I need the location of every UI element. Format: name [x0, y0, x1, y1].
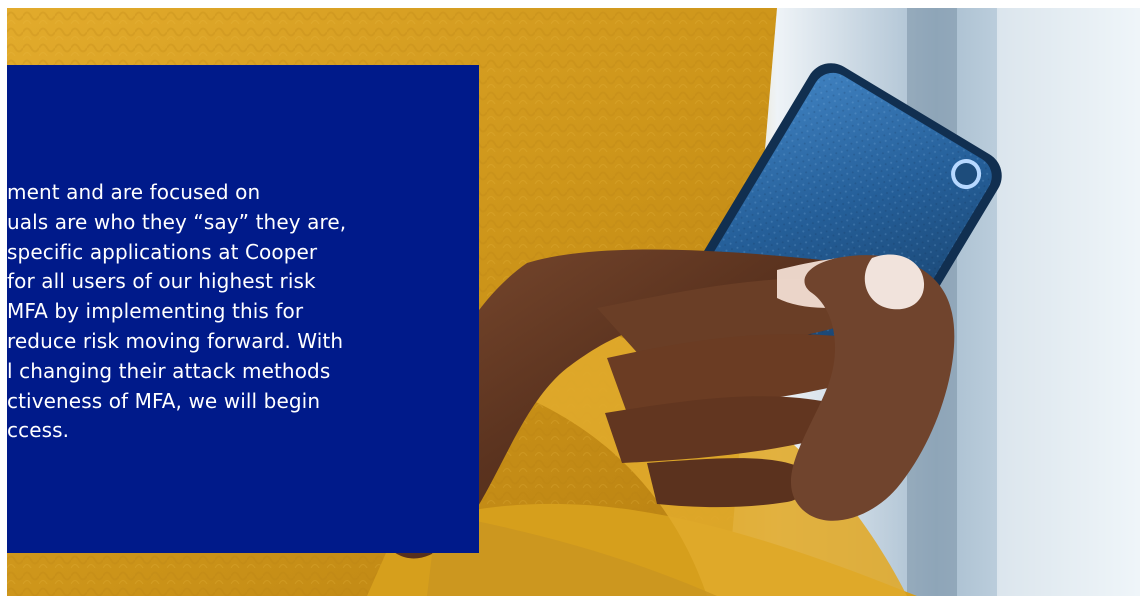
panel-line-1: ment and are focused on: [7, 180, 261, 204]
panel-line-5: MFA by implementing this for: [7, 299, 304, 324]
panel-line-3: specific applications at Cooper: [7, 239, 318, 264]
little-finger: [647, 458, 810, 508]
panel-line-6: reduce risk moving forward. With: [7, 328, 344, 353]
hero-image: ment and are focused on uals are who the…: [7, 8, 1140, 596]
panel-body-text: ment and are focused on uals are who the…: [7, 178, 437, 446]
panel-line-9: ccess.: [7, 418, 70, 443]
panel-line-7: l changing their attack methods: [7, 358, 331, 383]
panel-line-2: uals are who they “say” they are,: [7, 209, 347, 234]
panel-line-8: ctiveness of MFA, we will begin: [7, 388, 321, 413]
text-panel: ment and are focused on uals are who the…: [7, 65, 479, 553]
panel-line-4: for all users of our highest risk: [7, 269, 316, 294]
window-glow: [997, 8, 1140, 596]
